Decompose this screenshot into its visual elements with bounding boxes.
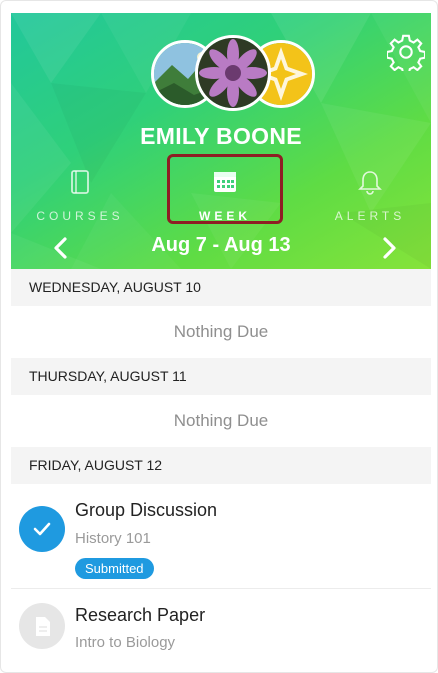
document-icon	[36, 617, 50, 636]
tab-alerts-label: ALERTS	[334, 209, 406, 223]
app-frame: EMILY BOONE COURSES WEEK ALERTS Aug 7 - …	[0, 0, 438, 673]
assignment-title: Research Paper	[75, 605, 206, 625]
avatar-flower	[195, 35, 271, 111]
nothing-due-text: Nothing Due	[173, 411, 269, 430]
week-list: WEDNESDAY, AUGUST 10 Nothing Due THURSDA…	[11, 269, 431, 669]
tab-courses[interactable]: COURSES	[15, 163, 145, 229]
assignment-course: Intro to Biology	[75, 634, 176, 651]
assignment-item[interactable]: Group Discussion History 101 Submitted	[11, 484, 431, 588]
gear-icon[interactable]	[387, 33, 425, 71]
selected-tab-highlight	[167, 154, 283, 224]
tab-courses-label: COURSES	[36, 209, 124, 223]
assignment-title: Group Discussion	[75, 500, 218, 520]
avatar-group[interactable]	[151, 35, 315, 115]
nothing-due-text: Nothing Due	[173, 322, 269, 341]
assignment-status-circle	[19, 603, 65, 649]
status-badge: Submitted	[75, 558, 154, 579]
assignment-item[interactable]: Research Paper Intro to Biology	[11, 588, 431, 669]
day-header: THURSDAY, AUGUST 11	[11, 358, 431, 395]
chevron-right-icon[interactable]	[379, 237, 399, 259]
checkmark-icon	[33, 522, 51, 536]
assignment-course: History 101	[75, 530, 151, 547]
assignment-status-circle	[19, 506, 65, 552]
book-icon	[71, 170, 89, 194]
day-header: FRIDAY, AUGUST 12	[11, 447, 431, 484]
tab-alerts[interactable]: ALERTS	[305, 163, 431, 229]
profile-name: EMILY BOONE	[140, 123, 302, 149]
profile-header: EMILY BOONE COURSES WEEK ALERTS Aug 7 - …	[11, 13, 431, 269]
day-header: WEDNESDAY, AUGUST 10	[11, 269, 431, 306]
bell-icon	[358, 171, 382, 195]
week-range: Aug 7 - Aug 13	[151, 234, 291, 256]
